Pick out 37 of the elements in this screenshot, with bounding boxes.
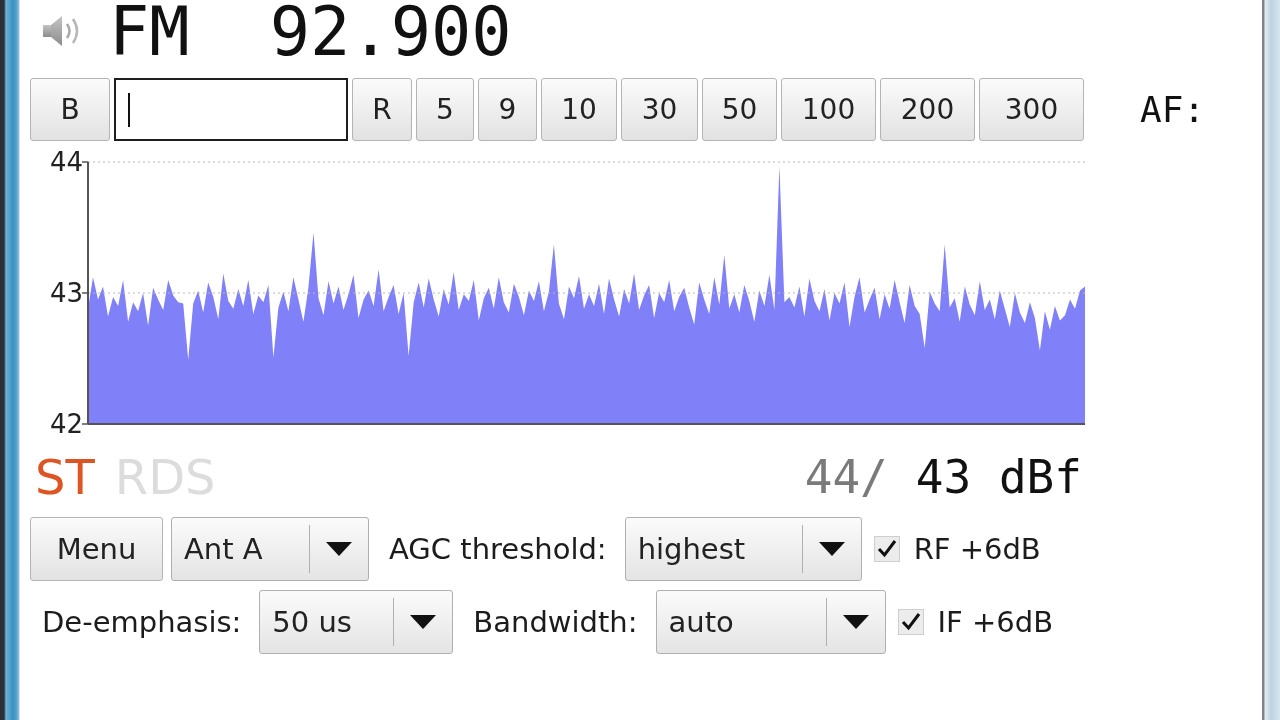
checkbox[interactable] — [897, 609, 924, 635]
af-label: AF: — [1140, 89, 1206, 130]
step-button[interactable]: 50 — [702, 78, 777, 141]
signal-level: 43 dBf — [915, 450, 1082, 505]
checkbox[interactable] — [873, 536, 900, 562]
axis-tick-label: 42 — [49, 409, 83, 439]
field-label: AGC threshold: — [389, 532, 607, 566]
frequency-display: 92.900 — [269, 0, 512, 64]
text-cursor-icon — [128, 92, 130, 127]
caret-icon — [326, 542, 352, 556]
step-button[interactable]: 9 — [478, 78, 537, 141]
dropdown[interactable]: highest — [624, 517, 862, 581]
field-label: De-emphasis: — [42, 605, 242, 639]
step-button[interactable]: 30 — [621, 78, 698, 141]
dropdown[interactable]: auto — [655, 590, 886, 654]
field-label: Bandwidth: — [473, 605, 638, 639]
checkbox-label: RF +6dB — [913, 532, 1041, 566]
step-button[interactable]: 300 — [979, 78, 1084, 141]
axis-tick-label: 43 — [49, 278, 83, 308]
caret-icon — [818, 542, 845, 556]
caret-icon — [842, 615, 869, 629]
step-button[interactable]: 5 — [416, 78, 474, 141]
step-button[interactable]: 100 — [781, 78, 876, 141]
step-button[interactable]: R — [352, 78, 412, 141]
step-button[interactable]: B — [30, 78, 110, 141]
step-button[interactable]: 10 — [541, 78, 617, 141]
dropdown[interactable]: 50 us — [259, 590, 454, 654]
checkbox-label: IF +6dB — [937, 605, 1054, 639]
signal-peak: 44/ — [804, 450, 888, 505]
step-button[interactable]: 200 — [880, 78, 975, 141]
caret-icon — [410, 615, 437, 629]
menu-button[interactable]: Menu — [30, 517, 163, 581]
axis-tick-label: 44 — [49, 150, 83, 177]
status-indicator: ST — [35, 450, 95, 505]
dropdown[interactable]: Ant A — [171, 517, 369, 581]
band-label: FM — [109, 0, 190, 64]
frequency-input[interactable] — [114, 78, 348, 141]
